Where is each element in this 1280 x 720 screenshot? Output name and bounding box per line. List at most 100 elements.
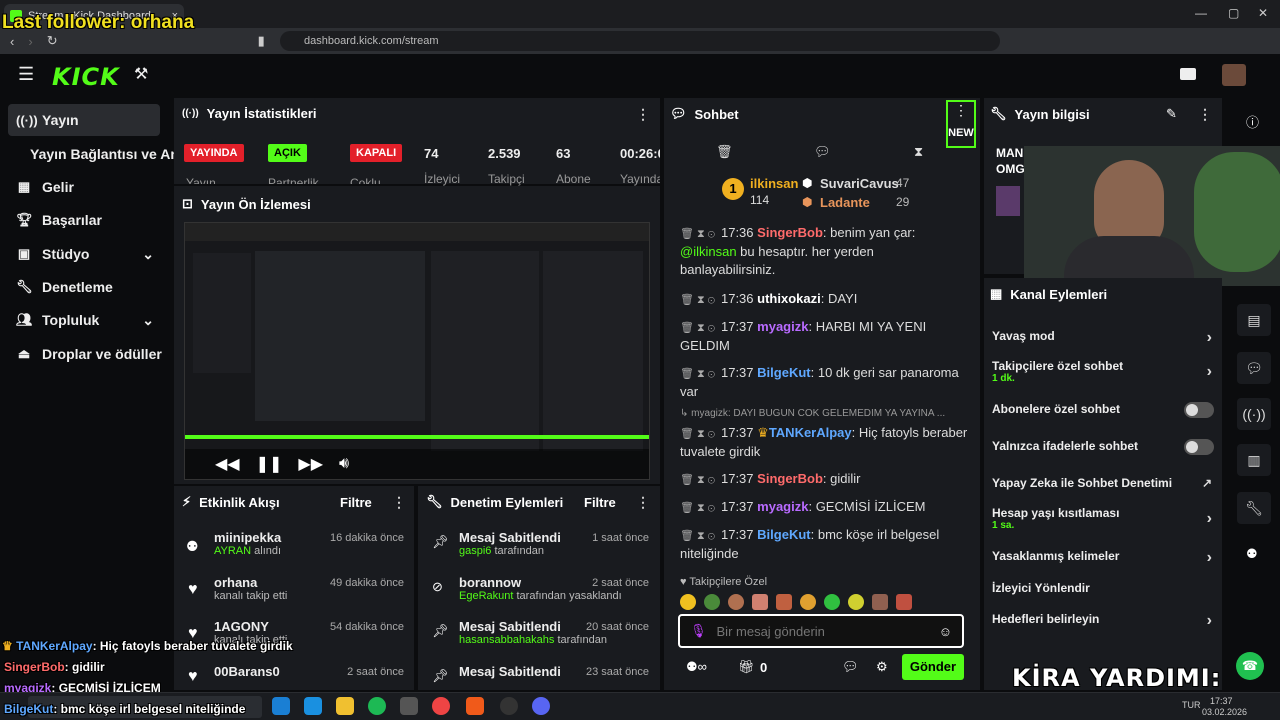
subs-only-toggle[interactable] (1184, 402, 1214, 418)
msg-user[interactable]: TANKerAlpay (769, 425, 852, 440)
gear-icon[interactable]: ⚙ (876, 659, 888, 675)
sidebar-item-denetleme[interactable]: 🔧︎ Denetleme (8, 271, 160, 303)
emote-only-toggle[interactable] (1184, 439, 1214, 455)
moderation-menu-icon[interactable]: ⋮ (636, 494, 650, 511)
followers-only-row[interactable]: Takipçilere özel sohbet 1 dk. › (992, 359, 1216, 389)
hammer-icon[interactable]: ⚒ (134, 64, 148, 84)
emote-icon[interactable] (896, 594, 912, 610)
msg-actions-icon[interactable]: 🗑︎ ⧗ ⊙ (680, 530, 715, 542)
menu-icon[interactable]: ☰ (18, 64, 34, 85)
stream-info-menu-icon[interactable]: ⋮ (1198, 106, 1212, 123)
msg-actions-icon[interactable]: 🗑︎ ⧗ ⊙ (680, 294, 715, 306)
chat-menu-button[interactable]: ⋮ NEW (946, 100, 976, 148)
kick-studio-icon[interactable] (1180, 68, 1196, 80)
chat-message[interactable]: 🗑︎ ⧗ ⊙ 17:36 SingerBob: benim yan çar: @i… (680, 224, 970, 279)
sidebar-item-droplar[interactable]: ⏏ Droplar ve ödüller (8, 338, 178, 370)
emote-only-row[interactable]: Yalnızca ifadelerle sohbet (992, 439, 1216, 459)
emote-icon[interactable] (728, 594, 744, 610)
subs-only-row[interactable]: Abonelere özel sohbet (992, 402, 1216, 422)
chat-settings-bubble-icon[interactable]: 💬︎ (842, 659, 859, 675)
msg-user[interactable]: SingerBob (757, 471, 823, 486)
layout-icon[interactable]: ▥ (1237, 444, 1271, 476)
emote-icon[interactable] (752, 594, 768, 610)
chat-message[interactable]: 🗑︎ ⧗ ⊙ 17:37 SingerBob: gidilir (680, 470, 970, 489)
emote-icon[interactable] (800, 594, 816, 610)
chrome-icon[interactable] (432, 697, 450, 715)
msg-user[interactable]: myagizk (757, 499, 808, 514)
emote-icon[interactable] (680, 594, 696, 610)
trash-icon[interactable]: 🗑︎ (716, 144, 733, 160)
chat-message[interactable]: 🗑︎ ⧗ ⊙ 17:37 ♛TANKerAlpay: Hiç fatoyls be… (680, 424, 970, 461)
activity-menu-icon[interactable]: ⋮ (392, 494, 406, 511)
close-window-icon[interactable]: ✕ (1258, 6, 1268, 20)
pause-icon[interactable]: ❚❚ (256, 454, 283, 474)
msg-user[interactable]: uthixokazi (757, 291, 821, 306)
hourglass-icon[interactable]: ⧗ (914, 144, 923, 160)
notes-icon[interactable]: ▤ (1237, 304, 1271, 336)
msg-actions-icon[interactable]: 🗑︎ ⧗ ⊙ (680, 474, 715, 486)
msg-user[interactable]: BilgeKut (757, 527, 810, 542)
store-icon[interactable] (304, 697, 322, 715)
sidebar-item-yayin[interactable]: ((·)) Yayın (8, 104, 160, 136)
reload-icon[interactable]: ↻ (47, 33, 58, 49)
player-controls[interactable]: ◀◀ ❚❚ ▶▶ 🔊︎ (185, 449, 649, 479)
emote-icon[interactable] (776, 594, 792, 610)
rewind-icon[interactable]: ◀◀ (215, 454, 240, 474)
broadcast-side-icon[interactable]: ((·)) (1237, 398, 1271, 430)
chat-input[interactable] (716, 623, 929, 639)
sidebar-item-topluluk[interactable]: 👥︎ Topluluk ⌄ (8, 304, 160, 336)
community-points-icon[interactable]: ⚉∞ (686, 659, 707, 675)
gift-box-icon[interactable]: 🎁︎ (738, 659, 755, 675)
set-goals-row[interactable]: Hedefleri belirleyin › (992, 612, 1216, 632)
chat-side-icon[interactable]: 💬︎ (1237, 352, 1271, 384)
msg-actions-icon[interactable]: 🗑︎ ⧗ ⊙ (680, 228, 715, 240)
community-side-icon[interactable]: ⚉ (1246, 546, 1258, 562)
msg-user[interactable]: myagizk (757, 319, 808, 334)
info-icon[interactable]: ⓘ (1246, 112, 1259, 131)
maximize-icon[interactable]: ▢ (1228, 6, 1239, 20)
chat-message[interactable]: 🗑︎ ⧗ ⊙ 17:37 BilgeKut: bmc köşe irl belge… (680, 526, 970, 563)
chat-message[interactable]: 🗑︎ ⧗ ⊙ 17:36 uthixokazi: DAYI (680, 290, 970, 309)
sidebar-item-studyo[interactable]: ▣ Stüdyo ⌄ (8, 238, 160, 270)
sidebar-item-basarilar[interactable]: 🏆︎ Başarılar (8, 204, 160, 236)
stats-menu-icon[interactable]: ⋮ (636, 106, 650, 123)
msg-actions-icon[interactable]: 🗑︎ ⧗ ⊙ (680, 428, 715, 440)
stream-preview[interactable]: ◀◀ ❚❚ ▶▶ 🔊︎ (184, 222, 650, 480)
edit-icon[interactable]: ✎ (1166, 106, 1177, 122)
wrench-side-icon[interactable]: 🔧︎ (1237, 492, 1271, 524)
emote-icon[interactable] (824, 594, 840, 610)
forward-icon[interactable]: › (28, 34, 32, 49)
emote-row[interactable] (680, 594, 964, 610)
app-icon[interactable] (400, 697, 418, 715)
spotify-icon[interactable] (368, 697, 386, 715)
send-button[interactable]: Gönder (902, 654, 964, 680)
language-indicator[interactable]: TUR (1182, 700, 1201, 710)
volume-icon[interactable]: 🔊︎ (339, 455, 349, 473)
bookmark-icon[interactable]: ▮ (258, 33, 265, 49)
sidebar-item-gelir[interactable]: ▦ Gelir (8, 171, 160, 203)
chat-message[interactable]: 🗑︎ ⧗ ⊙ 17:37 myagizk: HARBI MI YA YENI GE… (680, 318, 970, 355)
account-age-row[interactable]: Hesap yaşı kısıtlaması 1 sa. › (992, 506, 1216, 536)
microphone-icon[interactable]: 🎙︎ (690, 623, 707, 639)
msg-actions-icon[interactable]: 🗑︎ ⧗ ⊙ (680, 368, 715, 380)
ai-moderation-row[interactable]: Yapay Zeka ile Sohbet Denetimi ↗ (992, 476, 1216, 496)
chat-message[interactable]: 🗑︎ ⧗ ⊙ 17:37 BilgeKut: 10 dk geri sar pan… (680, 364, 970, 401)
slow-mode-row[interactable]: Yavaş mod › (992, 329, 1216, 349)
brave-icon[interactable] (466, 697, 484, 715)
msg-actions-icon[interactable]: 🗑︎ ⧗ ⊙ (680, 502, 715, 514)
msg-user[interactable]: BilgeKut (757, 365, 810, 380)
explorer-icon[interactable] (336, 697, 354, 715)
chat-input-box[interactable]: 🎙︎ ☺ (678, 614, 964, 648)
sidebar-item-stream-key[interactable]: Yayın Bağlantısı ve Anahtarı (8, 138, 178, 170)
reply-preview[interactable]: ↳ myagizk: DAYI BUGUN COK GELEMEDIM YA Y… (680, 408, 970, 419)
discord-icon[interactable] (532, 697, 550, 715)
redirect-viewers-row[interactable]: İzleyici Yönlendir (992, 581, 1216, 601)
chat-message[interactable]: 🗑︎ ⧗ ⊙ 17:37 myagizk: GECMİSİ İZLİCEM (680, 498, 970, 517)
kick-logo[interactable]: KICK (52, 63, 120, 91)
edge-icon[interactable] (272, 697, 290, 715)
emote-icon[interactable] (872, 594, 888, 610)
emote-icon[interactable] (704, 594, 720, 610)
url-input[interactable]: dashboard.kick.com/stream (280, 31, 1000, 51)
obs-icon[interactable] (500, 697, 518, 715)
emoji-icon[interactable]: ☺ (939, 624, 952, 639)
